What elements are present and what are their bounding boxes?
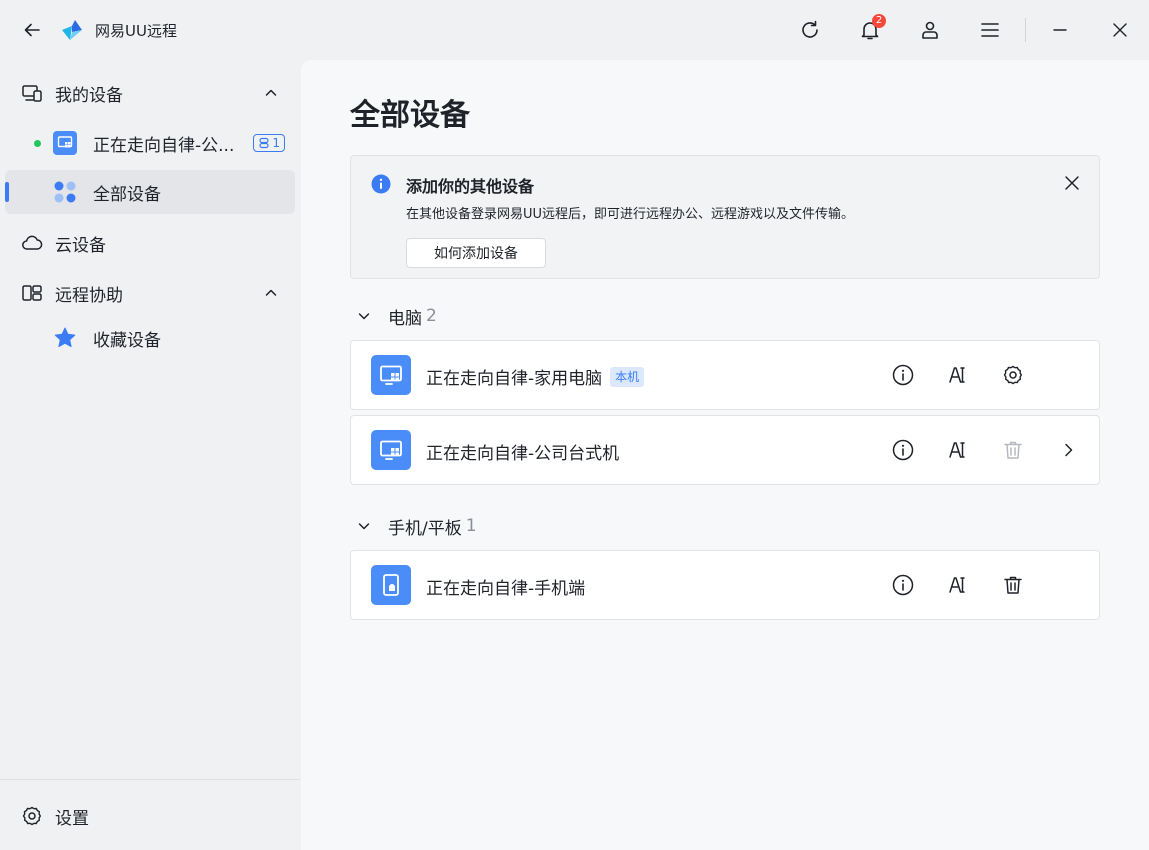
trash-icon	[1004, 441, 1022, 459]
sidebar-item-label: 正在走向自律-公...	[93, 135, 235, 156]
device-rename-button[interactable]	[946, 363, 970, 387]
sidebar-item-label: 云设备	[55, 235, 106, 256]
device-name-text: 正在走向自律-家用电脑	[426, 369, 603, 389]
device-delete-button-disabled	[1001, 438, 1025, 462]
device-name: 正在走向自律-手机端	[426, 574, 585, 599]
remote-assist-icon	[21, 282, 43, 304]
info-title: 添加你的其他设备	[406, 177, 535, 196]
sidebar-item-settings[interactable]: 设置	[5, 794, 295, 838]
pc-device-icon	[53, 131, 77, 155]
minimize-icon	[1053, 29, 1067, 31]
chevron-right-icon	[1065, 443, 1073, 457]
online-status-dot	[34, 139, 41, 147]
app-title: 网易UU远程	[95, 22, 177, 40]
info-description: 在其他设备登录网易UU远程后，即可进行远程办公、远程游戏以及文件传输。	[406, 207, 855, 222]
hamburger-menu-icon	[981, 23, 999, 37]
pc-device-icon	[371, 355, 411, 395]
device-info-button[interactable]	[891, 438, 915, 462]
page-title: 全部设备	[350, 98, 470, 133]
cloud-icon	[21, 232, 43, 254]
sidebar-divider	[0, 779, 300, 780]
group-header-mobile[interactable]: 手机/平板 1	[356, 514, 477, 539]
device-row-phone[interactable]: 正在走向自律-手机端	[350, 550, 1100, 620]
gear-icon	[21, 805, 43, 827]
device-rename-button[interactable]	[946, 573, 970, 597]
device-row-home-pc[interactable]: 正在走向自律-家用电脑 本机	[350, 340, 1100, 410]
star-icon	[53, 326, 77, 350]
menu-button[interactable]	[976, 16, 1004, 44]
sidebar-item-label: 远程协助	[55, 285, 123, 306]
title-bar: 网易UU远程 2	[0, 0, 1149, 60]
link-icon	[259, 137, 269, 149]
device-name: 正在走向自律-公司台式机	[426, 439, 619, 464]
device-row-office-pc[interactable]: 正在走向自律-公司台式机	[350, 415, 1100, 485]
device-info-button[interactable]	[891, 363, 915, 387]
chevron-up-icon[interactable]	[263, 85, 279, 101]
minimize-button[interactable]	[1046, 16, 1074, 44]
account-button[interactable]	[916, 16, 944, 44]
chevron-up-icon[interactable]	[263, 285, 279, 301]
titlebar-divider	[1025, 18, 1026, 42]
group-name: 手机/平板	[388, 518, 462, 539]
local-device-tag: 本机	[610, 366, 645, 387]
info-outline-icon	[892, 439, 914, 461]
group-header-pc[interactable]: 电脑 2	[356, 304, 437, 329]
device-name: 正在走向自律-家用电脑 本机	[426, 364, 645, 389]
group-name: 电脑	[388, 308, 422, 329]
app-logo-icon	[60, 18, 84, 42]
sidebar-item-my-devices[interactable]: 我的设备	[5, 71, 295, 115]
sidebar-item-current-device[interactable]: 正在走向自律-公... 1	[5, 121, 295, 165]
back-button[interactable]	[18, 16, 46, 44]
how-to-add-device-button[interactable]: 如何添加设备	[406, 238, 546, 268]
rename-icon	[949, 367, 965, 383]
sidebar-item-cloud-devices[interactable]: 云设备	[5, 221, 295, 265]
group-count: 1	[465, 516, 477, 536]
refresh-icon	[802, 20, 818, 38]
device-settings-button[interactable]	[1001, 363, 1025, 387]
add-device-info-card: 添加你的其他设备 在其他设备登录网易UU远程后，即可进行远程办公、远程游戏以及文…	[350, 155, 1100, 279]
device-name-text: 正在走向自律-手机端	[426, 579, 586, 599]
refresh-button[interactable]	[796, 16, 824, 44]
sidebar: 我的设备 正在走向自律-公... 1 全部设备 云设备 远程协助 收藏设备 设置	[0, 60, 300, 850]
arrow-left-icon	[24, 23, 40, 37]
info-icon	[371, 174, 391, 194]
device-name-text: 正在走向自律-公司台式机	[426, 444, 620, 464]
sidebar-item-label: 我的设备	[55, 85, 123, 106]
devices-icon	[21, 82, 43, 104]
chevron-down-icon	[356, 518, 372, 534]
gear-icon	[1003, 365, 1022, 385]
rename-icon	[949, 577, 965, 593]
sidebar-item-label: 收藏设备	[93, 330, 161, 351]
info-outline-icon	[892, 364, 914, 386]
group-count: 2	[426, 306, 437, 326]
rename-icon	[949, 442, 965, 458]
pc-device-icon	[371, 430, 411, 470]
grid-dots-icon	[53, 180, 77, 204]
sidebar-item-remote-assist[interactable]: 远程协助	[5, 271, 295, 315]
device-rename-button[interactable]	[946, 438, 970, 462]
close-window-button[interactable]	[1106, 16, 1134, 44]
chevron-down-icon	[356, 308, 372, 324]
sidebar-item-all-devices[interactable]: 全部设备	[5, 170, 295, 214]
info-outline-icon	[892, 574, 914, 596]
close-icon	[1065, 176, 1079, 190]
close-icon	[1113, 23, 1127, 37]
sidebar-item-favorites[interactable]: 收藏设备	[5, 316, 295, 360]
user-icon	[922, 21, 938, 39]
android-phone-icon	[371, 565, 411, 605]
info-close-button[interactable]	[1061, 172, 1083, 194]
sidebar-item-label: 全部设备	[93, 184, 161, 205]
notification-badge: 2	[872, 14, 886, 28]
main-content: 全部设备 添加你的其他设备 在其他设备登录网易UU远程后，即可进行远程办公、远程…	[301, 60, 1149, 850]
connection-count: 1	[272, 136, 280, 150]
notification-button[interactable]: 2	[856, 14, 886, 44]
trash-icon	[1004, 576, 1022, 594]
device-open-button[interactable]	[1056, 438, 1080, 462]
connection-count-tag: 1	[253, 134, 285, 152]
sidebar-item-label: 设置	[55, 808, 89, 829]
device-delete-button[interactable]	[1001, 573, 1025, 597]
device-info-button[interactable]	[891, 573, 915, 597]
